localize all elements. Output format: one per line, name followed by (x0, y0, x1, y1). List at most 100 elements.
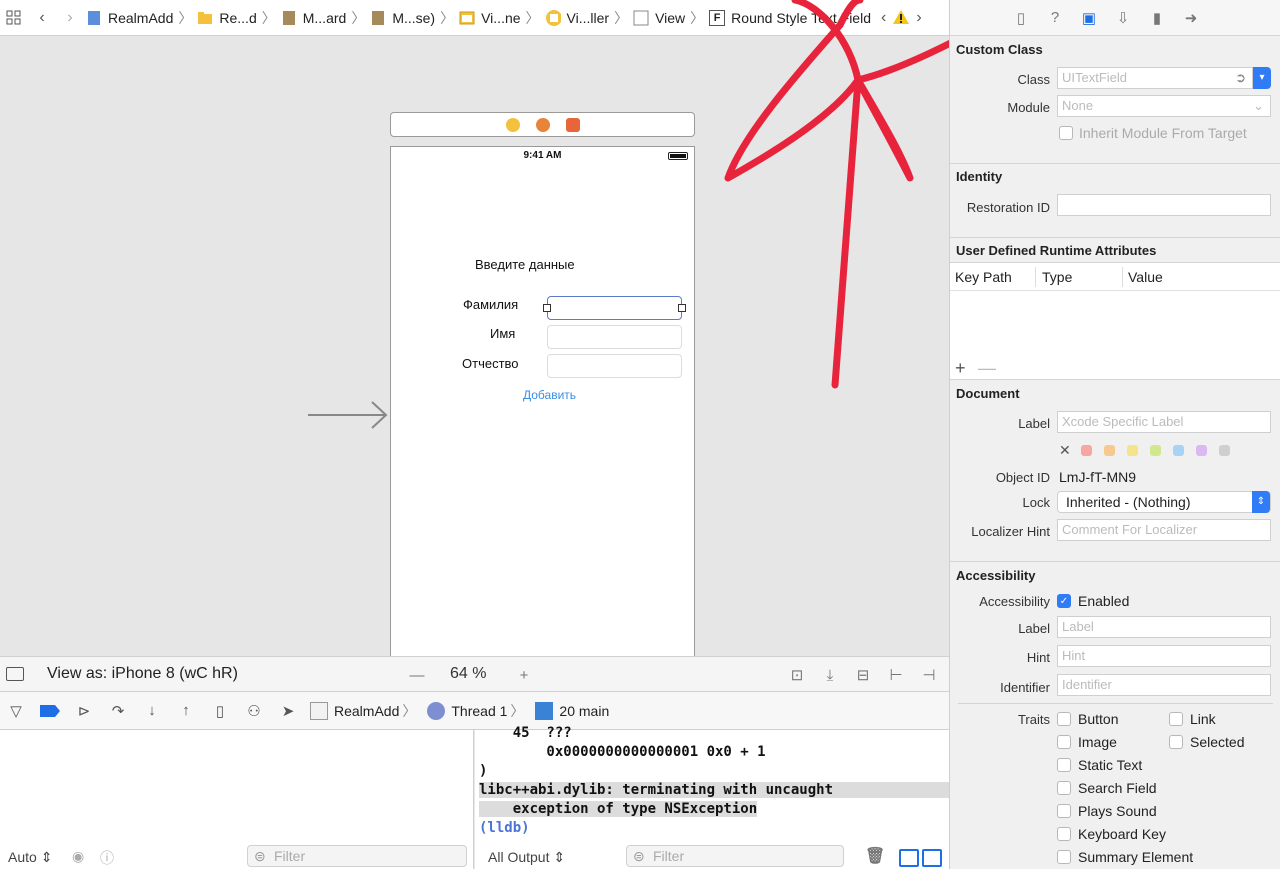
trait-keyboard-key-checkbox[interactable] (1057, 827, 1071, 841)
inherit-module-checkbox[interactable] (1059, 126, 1073, 140)
trait-selected-checkbox[interactable] (1169, 735, 1183, 749)
add-constraints-icon[interactable]: ⊢ (887, 666, 905, 684)
update-frames-icon[interactable]: ⊡ (788, 666, 806, 684)
embed-in-stack-icon[interactable]: ⤓ (821, 666, 839, 684)
trait-button-checkbox[interactable] (1057, 712, 1071, 726)
step-over-icon[interactable]: ↷ (108, 701, 128, 721)
trait-image-checkbox[interactable] (1057, 735, 1071, 749)
storyboard-canvas[interactable]: 9:41 AM Введите данные Фамилия Имя Отчес… (0, 36, 949, 656)
color-swatch-blue[interactable] (1173, 445, 1184, 456)
color-swatch-orange[interactable] (1104, 445, 1115, 456)
trait-search-field-checkbox[interactable] (1057, 781, 1071, 795)
console-output[interactable]: 45 ??? 0x0000000000000001 0x0 + 1 ) libc… (475, 725, 949, 869)
column-type[interactable]: Type (1042, 269, 1072, 285)
resize-handle-right[interactable] (678, 304, 686, 312)
step-into-icon[interactable]: ↓ (142, 701, 162, 721)
attributes-inspector-icon[interactable]: ⇩ (1112, 7, 1134, 29)
crumb-view[interactable]: View (631, 10, 687, 26)
connections-inspector-icon[interactable]: ➜ (1180, 7, 1202, 29)
color-swatch-red[interactable] (1081, 445, 1092, 456)
lock-select[interactable]: Inherited - (Nothing) ⇕ (1057, 491, 1271, 513)
accessibility-identifier-field[interactable]: Identifier (1057, 674, 1271, 696)
view-as-device-button[interactable]: View as: iPhone 8 (wC hR) (47, 665, 238, 683)
crumb-text-field[interactable]: F Round Style Text Field (707, 9, 873, 26)
hide-debug-area-icon[interactable]: ▽ (6, 701, 26, 721)
iphone-scene[interactable]: 9:41 AM Введите данные Фамилия Имя Отчес… (390, 146, 695, 656)
accessibility-label-field[interactable]: Label (1057, 616, 1271, 638)
resolve-issues-icon[interactable]: ⊣ (920, 666, 938, 684)
color-swatch-green[interactable] (1150, 445, 1161, 456)
crumb-scene[interactable]: Vi...ne (457, 10, 522, 26)
crumb-storyboard-base[interactable]: M...se) (368, 10, 437, 26)
localizer-hint-field[interactable]: Comment For Localizer (1057, 519, 1271, 541)
crumb-view-controller[interactable]: Vi...ller (543, 10, 612, 26)
add-attribute-icon[interactable]: + (955, 358, 966, 379)
first-responder-icon[interactable] (535, 117, 550, 132)
debug-crumb-app[interactable]: RealmAdd (310, 701, 399, 720)
show-console-toggle-icon[interactable] (922, 849, 942, 867)
scene-dock[interactable] (390, 112, 695, 137)
zoom-in-icon[interactable]: + (515, 666, 533, 684)
zoom-out-icon[interactable]: — (408, 666, 426, 684)
trait-link-checkbox[interactable] (1169, 712, 1183, 726)
view-controller-icon[interactable] (505, 117, 520, 132)
trait-static-text-checkbox[interactable] (1057, 758, 1071, 772)
view-hierarchy-icon[interactable]: ▯ (210, 701, 230, 721)
warning-icon[interactable] (892, 9, 910, 28)
crumb-project[interactable]: RealmAdd (84, 10, 175, 26)
accessibility-hint-field[interactable]: Hint (1057, 645, 1271, 667)
simulate-location-icon[interactable]: ➤ (278, 701, 298, 721)
class-dropdown-icon[interactable]: ▾ (1253, 67, 1271, 89)
file-inspector-icon[interactable]: ▯ (1010, 7, 1032, 29)
last-name-field[interactable] (547, 296, 682, 320)
debug-crumb-thread[interactable]: Thread 1 (427, 701, 507, 720)
add-button[interactable]: Добавить (523, 388, 576, 402)
continue-icon[interactable]: ⊳ (74, 701, 94, 721)
related-items-icon[interactable] (0, 0, 28, 35)
info-icon[interactable]: ⓘ (100, 848, 114, 868)
next-issue-icon[interactable]: › (916, 9, 921, 27)
remove-attribute-icon[interactable]: — (978, 358, 996, 379)
class-field[interactable]: UITextField ➲ (1057, 67, 1253, 89)
accessibility-enabled-checkbox[interactable]: ✓ (1057, 594, 1071, 608)
back-icon[interactable]: ‹ (28, 0, 56, 35)
breakpoints-toggle-icon[interactable] (40, 701, 60, 721)
document-outline-toggle-icon[interactable] (6, 667, 24, 681)
variables-scope-select[interactable]: Auto ⇕ (8, 849, 52, 866)
middle-name-field[interactable] (547, 354, 682, 378)
step-out-icon[interactable]: ↑ (176, 701, 196, 721)
crumb-storyboard[interactable]: M...ard (279, 10, 349, 26)
arrow-circle-icon[interactable]: ➲ (1235, 68, 1246, 88)
align-icon[interactable]: ⊟ (854, 666, 872, 684)
quick-look-icon[interactable]: ◉ (72, 848, 84, 865)
runtime-attributes-table[interactable]: Key Path Type Value + — (950, 262, 1280, 380)
trash-icon[interactable]: 🗑 (865, 846, 885, 865)
memory-graph-icon[interactable]: ⚇ (244, 701, 264, 721)
trait-summary-element-checkbox[interactable] (1057, 850, 1071, 864)
trait-plays-sound-checkbox[interactable] (1057, 804, 1071, 818)
quick-help-icon[interactable]: ? (1044, 7, 1066, 29)
show-variables-toggle-icon[interactable] (899, 849, 919, 867)
previous-issue-icon[interactable]: ‹ (881, 9, 886, 27)
output-select[interactable]: All Output ⇕ (488, 849, 565, 866)
forward-icon[interactable]: › (56, 0, 84, 35)
document-label-field[interactable]: Xcode Specific Label (1057, 411, 1271, 433)
resize-handle-left[interactable] (543, 304, 551, 312)
column-value[interactable]: Value (1128, 269, 1163, 285)
column-key-path[interactable]: Key Path (955, 269, 1012, 285)
clear-color-icon[interactable]: ✕ (1059, 442, 1071, 459)
color-swatch-yellow[interactable] (1127, 445, 1138, 456)
variables-filter-input[interactable]: Filter (247, 845, 467, 867)
identity-inspector-icon[interactable]: ▣ (1078, 7, 1100, 29)
size-inspector-icon[interactable]: ▮ (1146, 7, 1168, 29)
initial-entry-arrow-icon[interactable] (308, 400, 392, 433)
first-name-field[interactable] (547, 325, 682, 349)
exit-icon[interactable] (565, 117, 580, 132)
restoration-id-field[interactable] (1057, 194, 1271, 216)
crumb-folder[interactable]: Re...d (195, 10, 258, 26)
debug-crumb-frame[interactable]: 20 main (535, 701, 609, 720)
color-swatch-gray[interactable] (1219, 445, 1230, 456)
color-swatch-purple[interactable] (1196, 445, 1207, 456)
console-filter-input[interactable]: Filter (626, 845, 844, 867)
variables-view[interactable]: Auto ⇕ ◉ ⓘ Filter ⊜ (0, 730, 474, 869)
